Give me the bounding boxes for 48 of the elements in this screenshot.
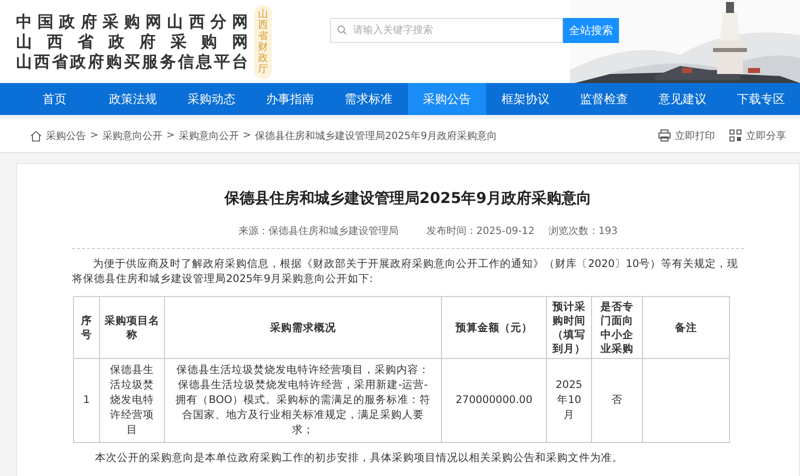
column-header: 采购需求概况 bbox=[164, 296, 442, 358]
note-paragraph: 本次公开的采购意向是本单位政府采购工作的初步安排，具体采购项目情况以相关采购公告和采购文件为准。 bbox=[95, 451, 624, 465]
nav-tab[interactable]: 下载专区 bbox=[722, 83, 800, 115]
date-text: 发布时间：2025-09-12 bbox=[426, 224, 535, 238]
qr-code-icon bbox=[729, 129, 742, 142]
table-cell: 保德县生活垃圾焚烧发电特许经营项目 bbox=[100, 358, 164, 442]
column-header: 是否专门面向中小企业采购 bbox=[592, 296, 642, 358]
home-icon bbox=[30, 130, 42, 142]
site-title: 山西省政府购买服务信息平台 bbox=[16, 52, 248, 72]
breadcrumb-separator: > bbox=[90, 130, 98, 141]
nav-tab[interactable]: 采购公告 bbox=[408, 83, 486, 115]
nav-tab[interactable]: 需求标准 bbox=[329, 83, 408, 115]
column-header: 采购项目名称 bbox=[100, 296, 164, 358]
breadcrumb-link[interactable]: 保德县住房和城乡建设管理局2025年9月政府采购意向 bbox=[255, 128, 497, 142]
seal-label: 山西省财政厅 bbox=[254, 4, 272, 78]
search-button[interactable]: 全站搜索 bbox=[563, 18, 619, 43]
nav-tab[interactable]: 框架协议 bbox=[486, 83, 564, 115]
breadcrumb-separator: > bbox=[166, 130, 175, 141]
breadcrumb-link[interactable]: 采购意向公开 bbox=[102, 128, 162, 142]
nav-tab[interactable]: 采购动态 bbox=[172, 83, 250, 115]
printer-icon bbox=[658, 129, 671, 142]
article-title: 保德县住房和城乡建设管理局2025年9月政府采购意向 bbox=[223, 189, 593, 208]
table-cell: 保德县生活垃圾焚烧发电特许经营项目，采购内容：保德县生活垃圾焚烧发电特许经营，采用新建-运营-拥有（BOO）模式。采购标的需满足的服务标准：符合国家、地方及行业相关标准规定，满足采购人要求； bbox=[164, 358, 442, 442]
nav-tab[interactable]: 政策法规 bbox=[94, 83, 172, 115]
share-link[interactable]: 立即分享 bbox=[729, 128, 786, 142]
breadcrumb-separator: > bbox=[242, 130, 252, 141]
column-header: 预计采购时间（填写到月） bbox=[546, 296, 592, 358]
nav-tab[interactable]: 首页 bbox=[15, 83, 94, 115]
table-cell: 1 bbox=[74, 358, 100, 442]
table-cell: 2025年10月 bbox=[546, 358, 592, 442]
source-text: 来源：保德县住房和城乡建设管理局 bbox=[238, 224, 398, 238]
nav-tab[interactable]: 监督检查 bbox=[564, 83, 643, 115]
table-cell: 270000000.00 bbox=[442, 358, 546, 442]
column-header: 备注 bbox=[642, 296, 730, 358]
search-icon bbox=[337, 25, 347, 35]
column-header: 序号 bbox=[74, 296, 100, 358]
site-title: 中国政府采购网山西分网 bbox=[16, 12, 248, 32]
views-text: 浏览次数：193 bbox=[548, 224, 618, 238]
nav-tab[interactable]: 办事指南 bbox=[250, 83, 329, 115]
intro-paragraph: 为便于供应商及时了解政府采购信息，根据《财政部关于开展政府采购意向公开工作的通知》（财库〔2020〕10号）等有关规定，现将保德县住房和城乡建设管理局2025年9月采购意向公开如下: bbox=[72, 257, 740, 287]
breadcrumb-link[interactable]: 采购公告 bbox=[46, 128, 86, 142]
breadcrumb-link[interactable]: 采购意向公开 bbox=[178, 128, 239, 142]
table-cell: 否 bbox=[592, 358, 642, 442]
site-title: 山西省政府采购网 bbox=[16, 32, 248, 52]
nav-tab[interactable]: 意见建议 bbox=[643, 83, 722, 115]
column-header: 预算金额（元） bbox=[442, 296, 546, 358]
search-field[interactable]: 请输入关键字搜索 bbox=[330, 18, 563, 43]
print-link[interactable]: 立即打印 bbox=[658, 128, 715, 142]
